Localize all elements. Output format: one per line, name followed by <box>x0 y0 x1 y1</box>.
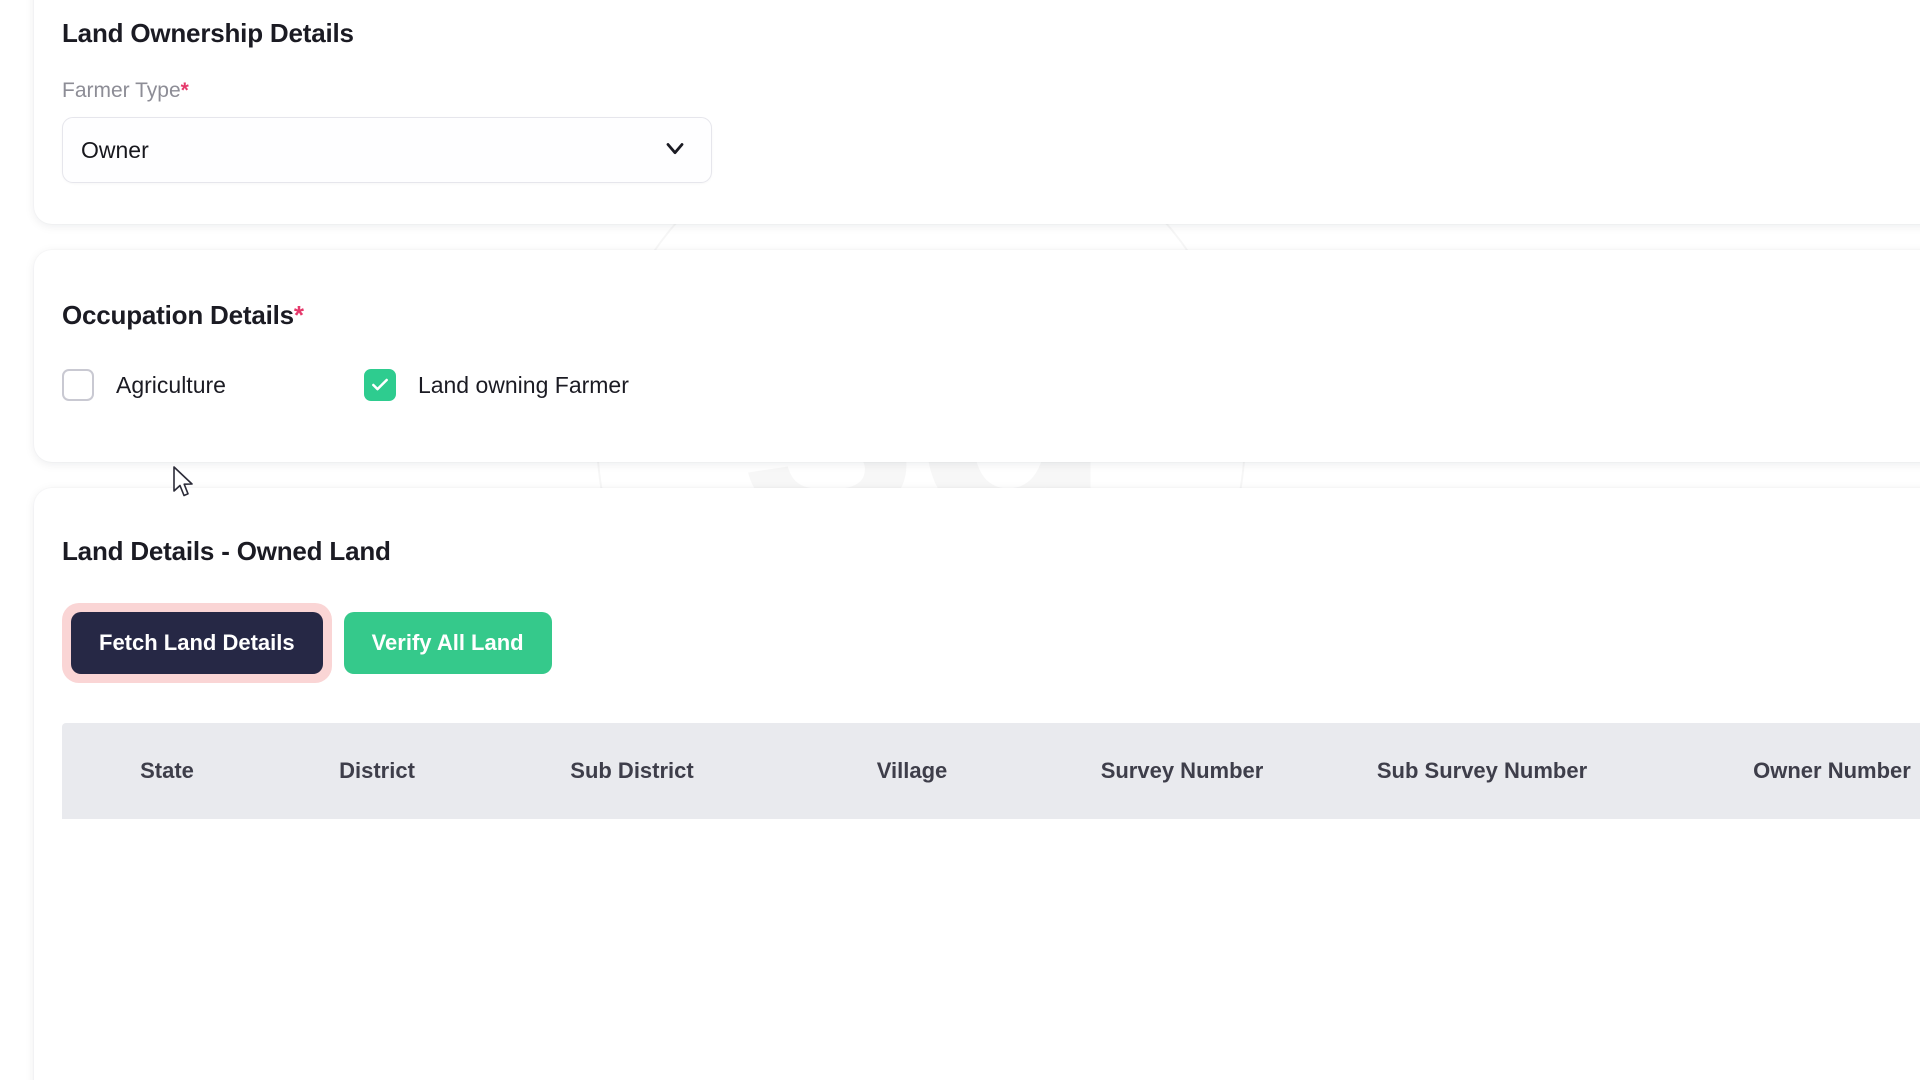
land-details-button-row: Fetch Land Details Verify All Land <box>62 603 1920 683</box>
column-header-district[interactable]: District <box>272 723 482 819</box>
land-details-card: Land Details - Owned Land Fetch Land Det… <box>34 488 1920 1080</box>
land-table-body <box>62 819 1920 1080</box>
checkbox-land-owning-farmer-label: Land owning Farmer <box>417 371 629 398</box>
fetch-land-details-button[interactable]: Fetch Land Details <box>71 612 323 674</box>
land-details-table: State District Sub District Village Surv… <box>62 723 1920 1080</box>
occupation-details-card: Occupation Details* Agriculture Land own… <box>34 250 1920 462</box>
land-ownership-details-card: Land Ownership Details Farmer Type* Owne… <box>34 0 1920 224</box>
farmer-type-label: Farmer Type* <box>62 79 1920 103</box>
chevron-down-icon[interactable] <box>661 134 689 167</box>
verify-all-land-button[interactable]: Verify All Land <box>343 612 552 674</box>
checkbox-land-owning-farmer[interactable]: Land owning Farmer <box>363 369 629 401</box>
column-header-sub-district[interactable]: Sub District <box>482 723 782 819</box>
column-header-state[interactable]: State <box>62 723 272 819</box>
occupation-checkbox-group: Agriculture Land owning Farmer <box>62 369 1920 401</box>
column-header-owner-number[interactable]: Owner Number <box>1642 723 1920 819</box>
land-table-empty-cell <box>62 819 1920 1080</box>
checkbox-agriculture-box[interactable] <box>62 369 94 401</box>
checkbox-agriculture[interactable]: Agriculture <box>62 369 226 401</box>
farmer-type-select[interactable]: Owner <box>62 117 712 183</box>
farmer-type-label-text: Farmer Type <box>62 79 181 102</box>
land-details-title: Land Details - Owned Land <box>62 536 391 566</box>
column-header-survey-number[interactable]: Survey Number <box>1042 723 1322 819</box>
required-asterisk: * <box>293 300 304 330</box>
land-table-header-row: State District Sub District Village Surv… <box>62 723 1920 819</box>
occupation-title: Occupation Details* <box>62 300 1920 331</box>
form-page: Land Ownership Details Farmer Type* Owne… <box>0 0 1920 1080</box>
farmer-type-selected-value: Owner <box>81 136 149 163</box>
land-ownership-title: Land Ownership Details <box>62 18 354 48</box>
checkbox-land-owning-farmer-box[interactable] <box>363 369 396 401</box>
land-table-container: State District Sub District Village Surv… <box>62 723 1920 1080</box>
required-asterisk: * <box>180 79 189 102</box>
checkbox-agriculture-label: Agriculture <box>116 371 226 398</box>
fetch-land-details-focus-ring: Fetch Land Details <box>62 603 332 683</box>
land-table-empty-row <box>62 819 1920 1080</box>
land-table-head: State District Sub District Village Surv… <box>62 723 1920 819</box>
column-header-sub-survey-number[interactable]: Sub Survey Number <box>1322 723 1642 819</box>
check-icon <box>372 378 388 391</box>
column-header-village[interactable]: Village <box>782 723 1042 819</box>
occupation-title-text: Occupation Details <box>62 300 294 330</box>
